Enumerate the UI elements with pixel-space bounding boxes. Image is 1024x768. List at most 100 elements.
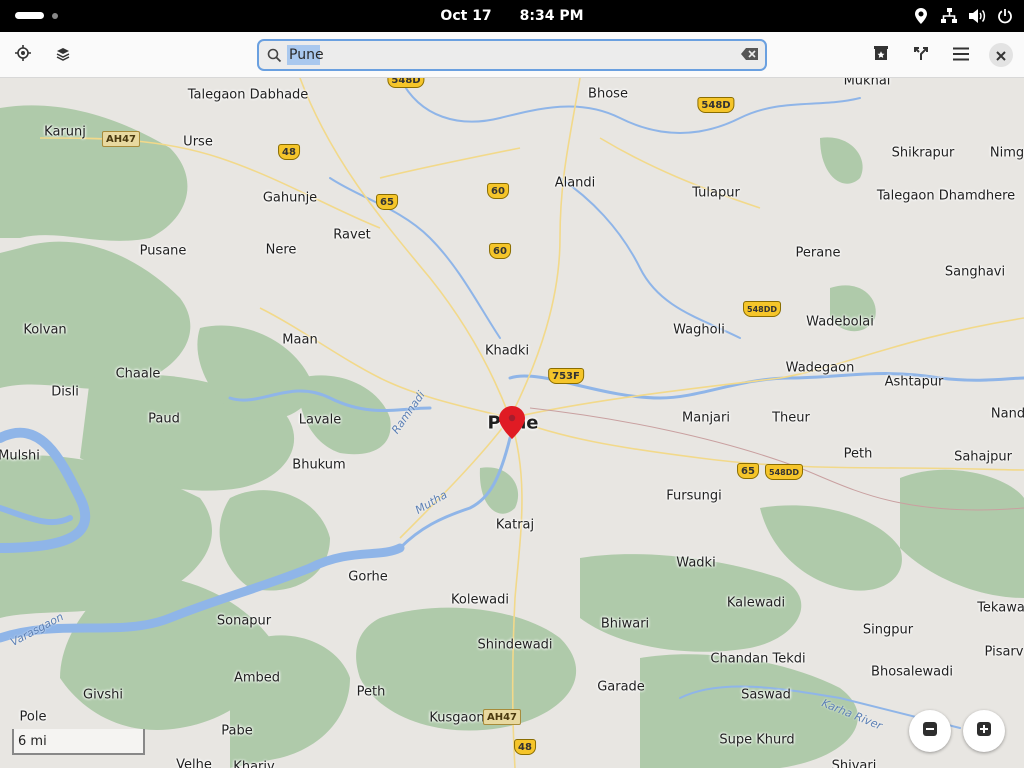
menu-icon [953, 46, 969, 65]
place-label: Peth [356, 684, 386, 700]
place-label: Tulapur [692, 185, 740, 201]
road-shield: 548D [697, 97, 735, 113]
zoom-in-button[interactable] [963, 710, 1005, 752]
place-label: Gahunje [262, 190, 318, 206]
clear-text-icon[interactable] [741, 46, 759, 65]
top-bar: Oct 17 8:34 PM [0, 0, 1024, 32]
place-label: Ashtapur [884, 374, 944, 390]
road-shield: 48 [514, 739, 536, 755]
favorites-button[interactable] [865, 39, 897, 71]
search-icon [259, 48, 289, 63]
place-label: Fursungi [666, 488, 722, 504]
route-icon [914, 46, 928, 65]
place-label: Pisarv [984, 644, 1024, 660]
place-label: Kusgaon [429, 710, 485, 726]
place-label: Talegaon Dabhade [187, 87, 309, 103]
main-menu-button[interactable] [945, 39, 977, 71]
place-label: Chaale [115, 366, 161, 382]
layers-icon [56, 46, 70, 65]
road-shield: 60 [489, 243, 511, 259]
place-label: Supe Khurd [719, 732, 795, 748]
place-label: Urse [183, 134, 213, 150]
zoom-out-button[interactable] [909, 710, 951, 752]
clock[interactable]: Oct 17 8:34 PM [0, 0, 1024, 32]
layers-button[interactable] [47, 39, 79, 71]
place-label: Bhose [588, 86, 628, 102]
road-shield: AH47 [482, 709, 522, 725]
place-label: Nand [990, 406, 1024, 422]
road-shield: 548DD [743, 301, 781, 317]
place-label: Gorhe [348, 569, 388, 585]
place-label: Disli [51, 384, 79, 400]
power-icon [996, 7, 1014, 25]
place-label: Nimg [989, 145, 1024, 161]
place-label: Garade [597, 679, 645, 695]
place-label: Singpur [862, 622, 914, 638]
road-shield: 60 [487, 183, 509, 199]
place-label: Bhiwari [600, 616, 650, 632]
place-label: Mulshi [0, 448, 40, 464]
place-label: Ravet [333, 227, 371, 243]
location-pin-icon[interactable] [499, 406, 525, 443]
close-icon [996, 46, 1006, 65]
place-label: Pusane [139, 243, 187, 259]
place-label: Pole [19, 709, 47, 725]
place-label: Pabe [221, 723, 253, 739]
place-label: Mukhai [843, 78, 891, 89]
place-label: Sahajpur [954, 449, 1012, 465]
place-label: Wagholi [673, 322, 725, 338]
search-field[interactable] [257, 39, 767, 71]
place-label: Kolewadi [451, 592, 509, 608]
map-scale: 6 mi [12, 729, 145, 755]
place-label: Givshi [82, 687, 124, 703]
place-label: Sanghavi [944, 264, 1006, 280]
place-label: Khadki [484, 343, 530, 359]
place-label: Perane [795, 245, 841, 261]
road-shield: 548D [387, 78, 425, 88]
favorites-icon [873, 45, 889, 65]
place-label: Sonapur [216, 613, 272, 629]
road-shield: 48 [278, 144, 300, 160]
current-location-button[interactable] [7, 39, 39, 71]
search-input[interactable] [289, 47, 709, 63]
header-bar [0, 32, 1024, 78]
place-label: Kalewadi [726, 595, 786, 611]
road-shield: AH47 [101, 131, 141, 147]
place-label: Wadegaon [785, 360, 855, 376]
volume-icon [968, 7, 986, 25]
place-label: Karunj [44, 124, 86, 140]
clock-date: Oct 17 [440, 8, 492, 24]
place-label: Ambed [233, 670, 281, 686]
network-icon [940, 7, 958, 25]
map-view[interactable]: Talegaon Dabhade Bhose Mukhai Karunj Urs… [0, 78, 1024, 768]
place-label: Shivari [831, 758, 877, 768]
place-label: Manjari [682, 410, 730, 426]
place-label: Tekawa [977, 600, 1024, 616]
place-label: Chandan Tekdi [710, 651, 806, 667]
place-label: Khariv [233, 759, 275, 768]
place-label: Wadebolai [806, 314, 874, 330]
road-shield: 65 [376, 194, 398, 210]
system-tray[interactable] [912, 7, 1014, 25]
place-label: Wadki [676, 555, 716, 571]
close-button[interactable] [989, 43, 1013, 67]
place-label: Bhosalewadi [871, 664, 953, 680]
road-shield: 65 [737, 463, 759, 479]
place-label: Velhe [176, 757, 212, 768]
place-label: Shikrapur [891, 145, 955, 161]
place-label: Nere [265, 242, 297, 258]
place-label: Talegaon Dhamdhere [876, 188, 1016, 204]
place-label: Bhukum [292, 457, 346, 473]
place-label: Paud [148, 411, 180, 427]
location-icon [912, 7, 930, 25]
clock-time: 8:34 PM [519, 8, 584, 24]
place-label: Kolvan [23, 322, 67, 338]
place-label: Peth [843, 446, 873, 462]
zoom-in-icon [976, 721, 992, 741]
place-label: Katraj [495, 517, 535, 533]
route-button[interactable] [905, 39, 937, 71]
current-location-icon [15, 45, 31, 65]
place-label: Lavale [298, 412, 342, 428]
place-label: Maan [282, 332, 318, 348]
road-shield: 548DD [765, 464, 803, 480]
